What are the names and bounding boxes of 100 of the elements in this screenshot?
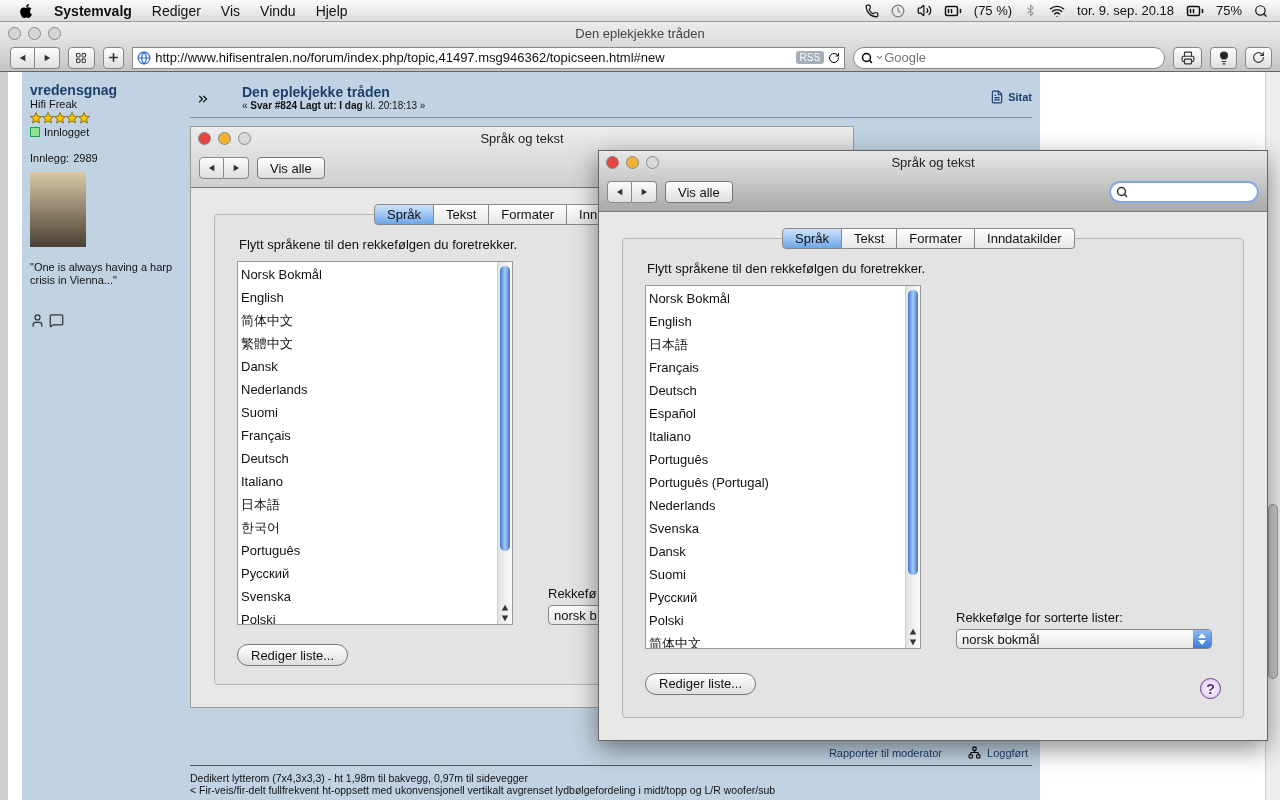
up-triangle-icon bbox=[501, 604, 509, 612]
reload-icon[interactable] bbox=[828, 51, 841, 64]
language-item[interactable]: English bbox=[238, 286, 497, 309]
back-button[interactable] bbox=[10, 46, 35, 69]
scrollbar[interactable] bbox=[905, 286, 920, 648]
language-item[interactable]: 简体中文 bbox=[238, 309, 497, 332]
language-item[interactable]: Dansk bbox=[646, 540, 905, 563]
language-item[interactable]: 繁體中文 bbox=[238, 332, 497, 355]
edit-list-button[interactable]: Rediger liste... bbox=[645, 672, 757, 695]
battery-reading: (75 %) bbox=[973, 3, 1013, 18]
close-button[interactable] bbox=[198, 131, 211, 145]
forward-button[interactable] bbox=[35, 46, 60, 69]
menu-item[interactable]: Vis bbox=[220, 2, 241, 19]
language-item[interactable]: Français bbox=[238, 424, 497, 447]
language-item[interactable]: Português bbox=[238, 539, 497, 562]
phone-icon[interactable] bbox=[864, 3, 879, 18]
language-item[interactable]: Suomi bbox=[646, 563, 905, 586]
signature-line: < Fir-veis/fir-delt fullfrekvent ht-oppsett med ukonvensjonell vertikalt avgrenset lydbølgefordeling i midt/topp og L/R woofer/sub bbox=[190, 784, 777, 796]
tab[interactable]: Tekst bbox=[841, 228, 898, 249]
language-item[interactable]: Svenska bbox=[646, 517, 905, 540]
language-item[interactable]: Nederlands bbox=[238, 378, 497, 401]
minimize-button[interactable] bbox=[218, 131, 231, 145]
show-all-button[interactable]: Vis alle bbox=[665, 181, 733, 203]
author-name[interactable]: vredensgnag bbox=[30, 82, 182, 98]
language-item[interactable]: Русский bbox=[238, 562, 497, 585]
add-bookmark-button[interactable] bbox=[102, 46, 125, 69]
language-item[interactable]: Русский bbox=[646, 586, 905, 609]
language-item[interactable]: 한국어 bbox=[238, 516, 497, 539]
language-item[interactable]: English bbox=[646, 310, 905, 333]
network-icon bbox=[968, 746, 982, 759]
caret-icon bbox=[875, 53, 885, 62]
sort-order-dropdown[interactable]: norsk bokmål bbox=[956, 629, 1212, 649]
quote-link[interactable]: Sitat bbox=[990, 90, 1032, 104]
menu-item[interactable]: Systemvalg bbox=[54, 2, 132, 19]
grid-icon bbox=[75, 51, 88, 64]
scroll-thumb[interactable] bbox=[500, 266, 510, 551]
help-button[interactable]: ? bbox=[1200, 678, 1221, 699]
print-button[interactable] bbox=[1173, 46, 1203, 69]
scrollbar[interactable] bbox=[497, 262, 512, 624]
language-item[interactable]: Português bbox=[646, 448, 905, 471]
close-button[interactable] bbox=[606, 155, 619, 169]
volume-icon[interactable] bbox=[916, 3, 932, 18]
minimize-button[interactable] bbox=[28, 26, 41, 40]
tab[interactable]: Språk bbox=[782, 228, 842, 249]
speech-bubble-icon[interactable] bbox=[49, 313, 64, 328]
user-icon[interactable] bbox=[30, 313, 45, 328]
language-item[interactable]: Português (Portugal) bbox=[646, 471, 905, 494]
language-item[interactable]: Deutsch bbox=[238, 447, 497, 470]
menu-item[interactable]: Rediger bbox=[151, 2, 201, 19]
tab[interactable]: Formater bbox=[897, 228, 976, 249]
search-icon[interactable] bbox=[1254, 3, 1268, 18]
search-field[interactable]: Google bbox=[853, 46, 1166, 69]
language-item[interactable]: Español bbox=[646, 402, 905, 425]
lightbulb-button[interactable] bbox=[1210, 46, 1238, 69]
forward-button[interactable] bbox=[224, 157, 249, 179]
star-icon bbox=[78, 112, 90, 124]
language-item[interactable]: 日本語 bbox=[238, 493, 497, 516]
language-item[interactable]: Italiano bbox=[646, 425, 905, 448]
language-item[interactable]: 日本語 bbox=[646, 333, 905, 356]
back-button[interactable] bbox=[607, 181, 632, 203]
search-field[interactable] bbox=[1109, 181, 1259, 203]
back-button[interactable] bbox=[199, 157, 224, 179]
tab[interactable]: Formater bbox=[489, 204, 568, 225]
language-item[interactable]: Polski bbox=[646, 609, 905, 632]
zoom-button[interactable] bbox=[646, 155, 659, 169]
zoom-button[interactable] bbox=[48, 26, 61, 40]
clock-text[interactable]: tor. 9. sep. 20.18 bbox=[1077, 3, 1174, 18]
close-button[interactable] bbox=[8, 26, 21, 40]
zoom-button[interactable] bbox=[238, 131, 251, 145]
reload-button[interactable] bbox=[1245, 46, 1272, 69]
language-item[interactable]: Norsk Bokmål bbox=[238, 263, 497, 286]
language-item[interactable]: Svenska bbox=[238, 585, 497, 608]
posts-count: 2989 bbox=[73, 152, 98, 164]
top-sites-button[interactable] bbox=[68, 46, 95, 69]
instruction-text: Flytt språkene til den rekkefølgen du foretrekker. bbox=[647, 261, 927, 276]
forward-button[interactable] bbox=[632, 181, 657, 203]
language-item[interactable]: Français bbox=[646, 356, 905, 379]
menu-item[interactable]: Vindu bbox=[260, 2, 296, 19]
edit-list-button[interactable]: Rediger liste... bbox=[237, 644, 349, 666]
tab[interactable]: Tekst bbox=[433, 204, 490, 225]
menu-item[interactable]: Hjelp bbox=[315, 2, 348, 19]
right-triangle-icon bbox=[232, 164, 240, 172]
clock-icon[interactable] bbox=[890, 3, 905, 18]
minimize-button[interactable] bbox=[626, 155, 639, 169]
language-item[interactable]: Deutsch bbox=[646, 379, 905, 402]
scroll-thumb[interactable] bbox=[908, 290, 918, 575]
apple-icon[interactable] bbox=[18, 2, 34, 19]
report-link[interactable]: Rapporter til moderator bbox=[828, 746, 943, 759]
language-item[interactable]: Norsk Bokmål bbox=[646, 287, 905, 310]
language-item[interactable]: Italiano bbox=[238, 470, 497, 493]
show-all-button[interactable]: Vis alle bbox=[257, 157, 325, 179]
address-field[interactable]: http://www.hifisentralen.no/forum/index.php/topic,41497.msg946362/topicseen.html#new RSS bbox=[132, 46, 846, 69]
tab[interactable]: Språk bbox=[374, 204, 434, 225]
language-item[interactable]: Nederlands bbox=[646, 494, 905, 517]
language-item[interactable]: Suomi bbox=[238, 401, 497, 424]
tab[interactable]: Inndatakilder bbox=[975, 228, 1075, 249]
language-item[interactable]: Dansk bbox=[238, 355, 497, 378]
language-item[interactable]: Polski bbox=[238, 608, 497, 624]
post-title[interactable]: Den eplekjekke tråden bbox=[242, 84, 973, 100]
scroll-thumb[interactable] bbox=[1268, 504, 1278, 679]
